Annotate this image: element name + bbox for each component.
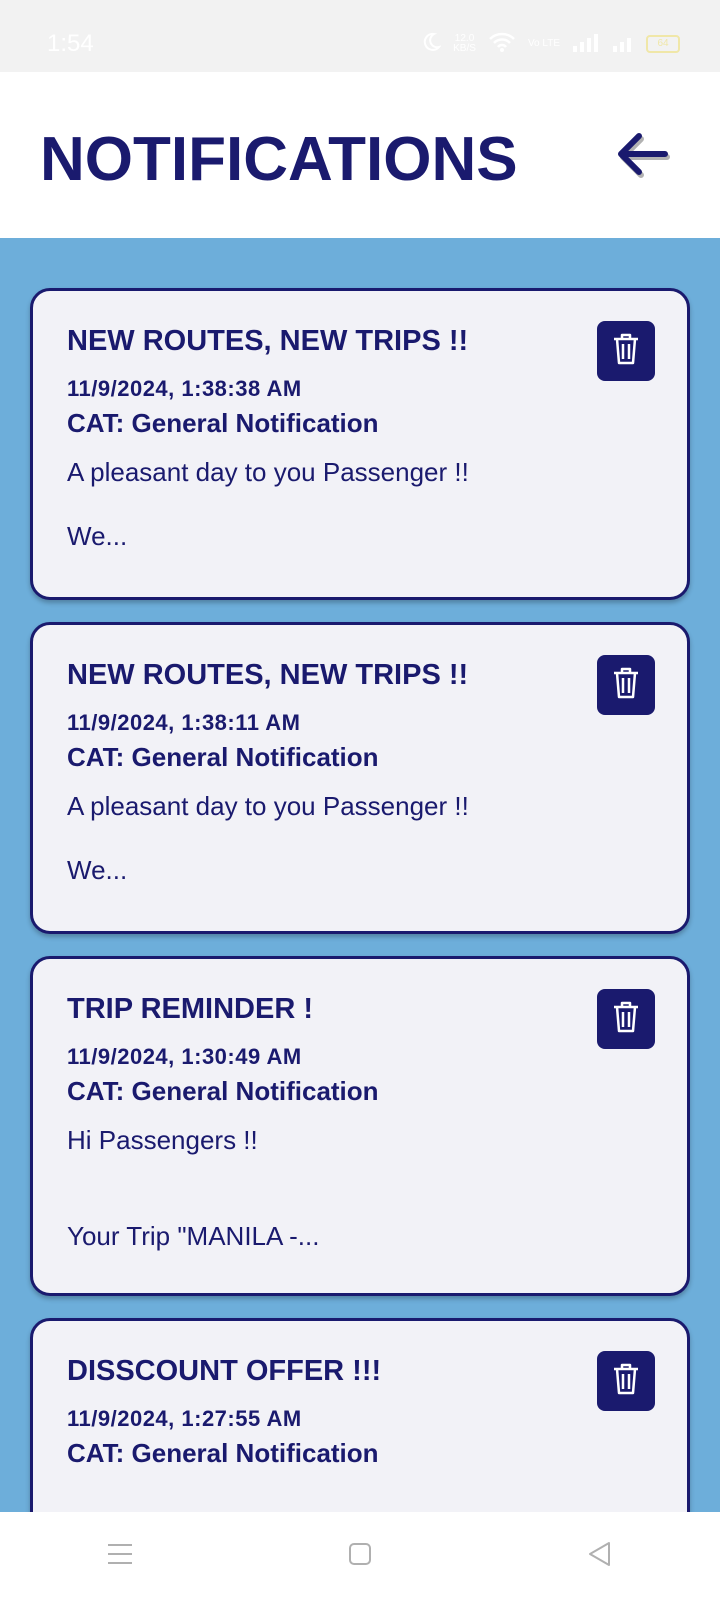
delete-button[interactable] — [597, 1351, 655, 1411]
trash-icon — [611, 1362, 641, 1401]
back-triangle-icon — [587, 1541, 613, 1572]
notification-category: CAT: General Notification — [67, 1438, 379, 1468]
signal-icon — [572, 32, 600, 57]
notification-category: CAT: General Notification — [67, 1076, 379, 1106]
trash-icon — [611, 1000, 641, 1039]
recents-button[interactable] — [90, 1536, 150, 1576]
home-button[interactable] — [330, 1536, 390, 1576]
notification-date: 11/9/2024, 1:38:38 AM — [67, 376, 302, 401]
battery-icon: 64 — [646, 35, 680, 53]
delete-button[interactable] — [597, 321, 655, 381]
delete-button[interactable] — [597, 655, 655, 715]
notification-category: CAT: General Notification — [67, 408, 379, 438]
delete-button[interactable] — [597, 989, 655, 1049]
signal-icon-2 — [612, 32, 634, 57]
page-title: NOTIFICATIONS — [40, 125, 518, 194]
notification-card[interactable]: NEW ROUTES, NEW TRIPS !! 11/9/2024, 1:38… — [30, 288, 690, 600]
back-button[interactable] — [608, 130, 678, 186]
net-speed-unit: KB/S — [453, 43, 476, 54]
home-square-icon — [348, 1542, 372, 1571]
status-icons: 12.0 KB/S Vo LTE 64 — [421, 30, 680, 58]
trash-icon — [611, 666, 641, 705]
system-nav-bar — [0, 1512, 720, 1600]
notification-preview-line1: Hi Passengers !! — [67, 1125, 258, 1155]
notification-category: CAT: General Notification — [67, 742, 379, 772]
notification-date: 11/9/2024, 1:30:49 AM — [67, 1044, 302, 1069]
menu-icon — [107, 1543, 133, 1570]
notification-card[interactable]: NEW ROUTES, NEW TRIPS !! 11/9/2024, 1:38… — [30, 622, 690, 934]
notification-title: NEW ROUTES, NEW TRIPS !! — [67, 325, 469, 357]
notification-title: TRIP REMINDER ! — [67, 993, 313, 1025]
notification-title: NEW ROUTES, NEW TRIPS !! — [67, 659, 469, 691]
notification-preview-line1: A pleasant day to you Passenger !! — [67, 791, 469, 821]
notification-preview-line1: A pleasant day to you Passenger !! — [67, 457, 469, 487]
net-speed: 12.0 KB/S — [453, 34, 476, 54]
notification-preview-line2: We... — [67, 521, 128, 551]
notification-title: DISSCOUNT OFFER !!! — [67, 1355, 382, 1387]
notification-date: 11/9/2024, 1:27:55 AM — [67, 1406, 302, 1431]
notification-preview-line2: Your Trip "MANILA -... — [67, 1221, 320, 1251]
header: NOTIFICATIONS — [0, 72, 720, 238]
status-bar: 1:54 12.0 KB/S Vo LTE 64 — [0, 0, 720, 72]
wifi-icon — [488, 31, 516, 58]
notification-date: 11/9/2024, 1:38:11 AM — [67, 710, 301, 735]
volte-label: Vo LTE — [527, 38, 560, 49]
arrow-left-icon — [615, 132, 671, 185]
notification-preview-line2: We... — [67, 855, 128, 885]
notification-list[interactable]: NEW ROUTES, NEW TRIPS !! 11/9/2024, 1:38… — [30, 288, 690, 1600]
status-time: 1:54 — [47, 30, 94, 57]
moon-icon — [421, 32, 442, 57]
notification-card[interactable]: TRIP REMINDER ! 11/9/2024, 1:30:49 AM CA… — [30, 956, 690, 1296]
system-back-button[interactable] — [570, 1536, 630, 1576]
trash-icon — [611, 332, 641, 371]
